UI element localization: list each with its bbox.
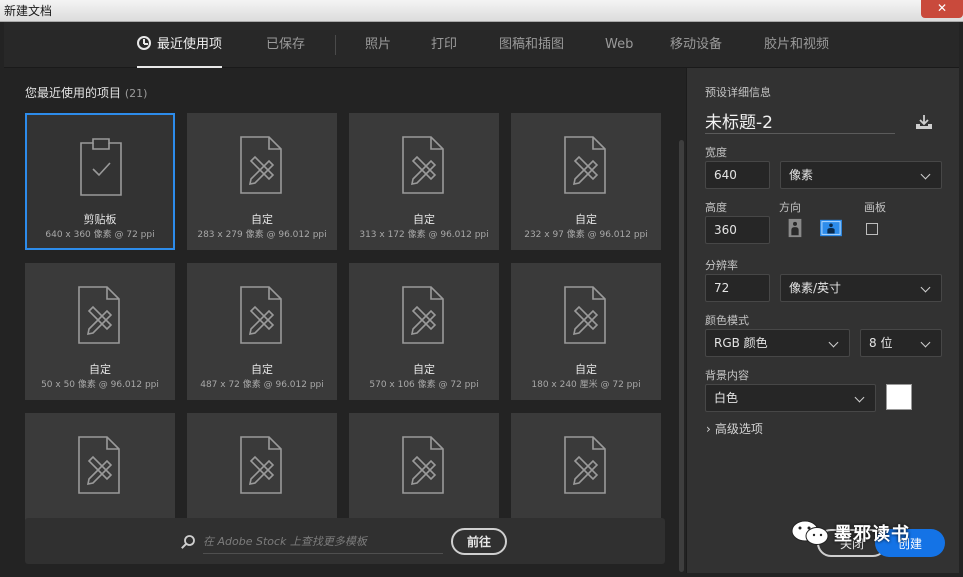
recent-item[interactable] xyxy=(349,413,499,523)
artboard-label: 画板 xyxy=(864,199,886,215)
recent-item[interactable]: 自定313 x 172 像素 @ 96.012 ppi xyxy=(349,113,499,250)
recent-item-name: 自定 xyxy=(25,361,175,377)
document-pencil-icon xyxy=(399,135,447,195)
resolution-unit-select[interactable]: 像素/英寸 xyxy=(780,274,942,302)
new-document-dialog: 新建文档 ✕ 最近使用项 已保存 照片 打印 图稿和插图 Web 移动设备 胶片… xyxy=(0,0,963,577)
title-bar: 新建文档 ✕ xyxy=(0,0,963,22)
height-input[interactable]: 360 xyxy=(705,216,770,244)
search-icon xyxy=(180,534,196,550)
resolution-label: 分辨率 xyxy=(705,257,738,273)
recent-item-name: 自定 xyxy=(349,361,499,377)
recent-item-meta: 313 x 172 像素 @ 96.012 ppi xyxy=(349,227,499,240)
preset-details-panel: 预设详细信息 未标题-2 宽度 640 像素 高度 方向 画板 360 分辨率 … xyxy=(686,68,959,573)
recent-item-name: 自定 xyxy=(187,361,337,377)
resolution-input[interactable]: 72 xyxy=(705,274,770,302)
recent-item-clipboard[interactable]: 剪贴板640 x 360 像素 @ 72 ppi xyxy=(25,113,175,250)
recent-item-name: 剪贴板 xyxy=(27,211,173,227)
tab-mobile[interactable]: 移动设备 xyxy=(670,22,722,68)
document-pencil-icon xyxy=(237,135,285,195)
recent-item[interactable] xyxy=(187,413,337,523)
recent-item[interactable]: 自定232 x 97 像素 @ 96.012 ppi xyxy=(511,113,661,250)
recent-item-name: 自定 xyxy=(349,211,499,227)
portrait-orientation-icon[interactable] xyxy=(784,218,806,238)
document-pencil-icon xyxy=(75,435,123,495)
recent-item[interactable]: 自定283 x 279 像素 @ 96.012 ppi xyxy=(187,113,337,250)
document-pencil-icon xyxy=(399,285,447,345)
create-button[interactable]: 创建 xyxy=(875,529,945,557)
background-color-swatch[interactable] xyxy=(886,384,912,410)
colormode-label: 颜色模式 xyxy=(705,312,749,328)
landscape-orientation-icon[interactable] xyxy=(818,218,844,238)
tab-film-video[interactable]: 胶片和视频 xyxy=(764,22,829,68)
recent-scrollbar[interactable] xyxy=(679,140,684,572)
width-label: 宽度 xyxy=(705,144,727,160)
stock-search-bar: 前往 xyxy=(25,518,665,564)
width-unit-select[interactable]: 像素 xyxy=(780,161,942,189)
go-button[interactable]: 前往 xyxy=(451,528,507,555)
tab-recent[interactable]: 最近使用项 xyxy=(137,22,222,68)
document-pencil-icon xyxy=(561,135,609,195)
clipboard-icon xyxy=(77,137,125,197)
tab-print[interactable]: 打印 xyxy=(431,22,457,68)
stock-search-input[interactable] xyxy=(203,530,443,554)
tab-saved[interactable]: 已保存 xyxy=(266,22,305,68)
background-select[interactable]: 白色 xyxy=(705,384,876,412)
clock-icon xyxy=(137,36,151,50)
recent-item-meta: 50 x 50 像素 @ 96.012 ppi xyxy=(25,377,175,390)
recent-item[interactable] xyxy=(25,413,175,523)
category-tabs: 最近使用项 已保存 照片 打印 图稿和插图 Web 移动设备 胶片和视频 xyxy=(4,22,959,68)
document-pencil-icon xyxy=(561,435,609,495)
recent-item[interactable]: 自定570 x 106 像素 @ 72 ppi xyxy=(349,263,499,400)
orientation-label: 方向 xyxy=(779,199,801,215)
recent-panel: 您最近使用的项目 (21) 剪贴板640 x 360 像素 @ 72 ppi自定… xyxy=(4,68,682,573)
recent-item-name: 自定 xyxy=(187,211,337,227)
recent-item[interactable]: 自定487 x 72 像素 @ 96.012 ppi xyxy=(187,263,337,400)
document-pencil-icon xyxy=(75,285,123,345)
recent-item-meta: 232 x 97 像素 @ 96.012 ppi xyxy=(511,227,661,240)
document-pencil-icon xyxy=(237,435,285,495)
tab-art-illustration[interactable]: 图稿和插图 xyxy=(499,22,564,68)
document-name-field[interactable]: 未标题-2 xyxy=(705,108,895,134)
tab-web[interactable]: Web xyxy=(605,22,633,68)
window-title: 新建文档 xyxy=(4,4,52,18)
advanced-options-toggle[interactable]: 高级选项 xyxy=(706,420,763,437)
window-close-button[interactable]: ✕ xyxy=(921,0,963,18)
document-pencil-icon xyxy=(237,285,285,345)
colormode-select[interactable]: RGB 颜色 xyxy=(705,329,850,357)
recent-item-name: 自定 xyxy=(511,361,661,377)
bitdepth-select[interactable]: 8 位 xyxy=(860,329,942,357)
tab-separator xyxy=(335,35,336,55)
tab-photo[interactable]: 照片 xyxy=(365,22,391,68)
recent-item-meta: 640 x 360 像素 @ 72 ppi xyxy=(27,227,173,240)
background-label: 背景内容 xyxy=(705,367,749,383)
recent-item-meta: 180 x 240 厘米 @ 72 ppi xyxy=(511,377,661,390)
width-input[interactable]: 640 xyxy=(705,161,770,189)
recent-item-meta: 283 x 279 像素 @ 96.012 ppi xyxy=(187,227,337,240)
recent-section-title: 您最近使用的项目 (21) xyxy=(25,84,147,101)
recent-item[interactable]: 自定180 x 240 厘米 @ 72 ppi xyxy=(511,263,661,400)
save-preset-icon[interactable] xyxy=(915,114,933,130)
document-pencil-icon xyxy=(399,435,447,495)
document-pencil-icon xyxy=(561,285,609,345)
recent-item-meta: 570 x 106 像素 @ 72 ppi xyxy=(349,377,499,390)
artboard-checkbox[interactable] xyxy=(866,223,878,235)
recent-item[interactable] xyxy=(511,413,661,523)
preset-section-label: 预设详细信息 xyxy=(705,84,771,100)
recent-item-meta: 487 x 72 像素 @ 96.012 ppi xyxy=(187,377,337,390)
height-label: 高度 xyxy=(705,199,727,215)
recent-item[interactable]: 自定50 x 50 像素 @ 96.012 ppi xyxy=(25,263,175,400)
recent-count: (21) xyxy=(125,87,148,100)
recent-item-name: 自定 xyxy=(511,211,661,227)
